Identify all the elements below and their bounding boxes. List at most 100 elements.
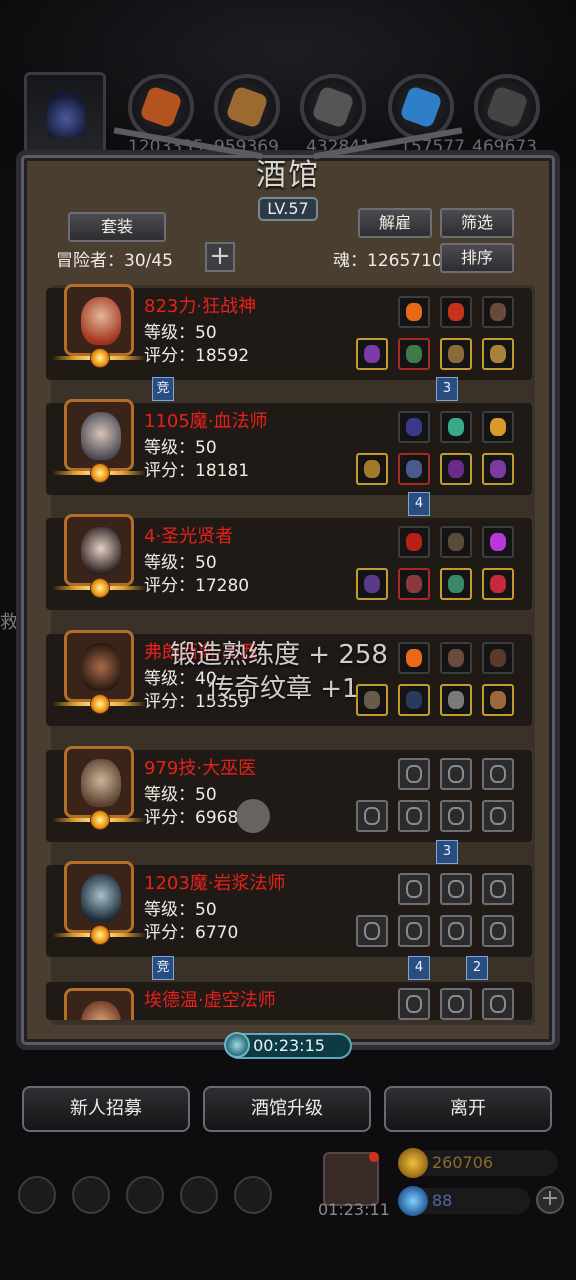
slot-count-tag: 3 — [436, 377, 458, 401]
equip-slot-scepter-icon[interactable] — [356, 453, 388, 485]
add-adventurer-button[interactable]: + — [205, 242, 235, 272]
tavern-title: 酒馆 — [256, 158, 320, 193]
empty-slot-ring-icon[interactable] — [440, 915, 472, 947]
equip-slot-fire-icon[interactable] — [398, 296, 430, 328]
equip-slot-belt-icon[interactable] — [440, 684, 472, 716]
equip-slot-cloak-icon[interactable] — [398, 684, 430, 716]
equip-slot-gem-icon[interactable] — [482, 526, 514, 558]
equip-slot-potion-icon[interactable] — [482, 568, 514, 600]
equip-slot-fire-icon[interactable] — [398, 642, 430, 674]
gift-box-icon[interactable] — [323, 1152, 379, 1206]
hero-score: 评分：18181 — [144, 461, 250, 481]
hero-row[interactable]: 1105魔·血法师 等级：50 评分：18181 — [46, 399, 532, 495]
equip-slot-ring-icon[interactable] — [440, 568, 472, 600]
leave-button[interactable]: 离开 — [384, 1086, 552, 1132]
empty-slot-armor-icon[interactable] — [398, 800, 430, 832]
empty-slot-armor-icon[interactable] — [398, 915, 430, 947]
dismiss-button[interactable]: 解雇 — [358, 208, 432, 238]
hero-score: 评分：6770 — [144, 923, 239, 943]
slot-count-tag: 3 — [436, 840, 458, 864]
slot-count-tag: 4 — [408, 492, 430, 516]
hero-level: 等级：50 — [144, 553, 217, 573]
empty-slot-ring-icon[interactable] — [482, 915, 514, 947]
recruit-button[interactable]: 新人招募 — [22, 1086, 190, 1132]
equip-slot-amulet-icon[interactable] — [440, 453, 472, 485]
hero-avatar[interactable] — [64, 284, 134, 356]
hero-name: 823力·狂战神 — [144, 296, 257, 317]
bag-icon[interactable] — [72, 1176, 110, 1214]
sort-button[interactable]: 排序 — [440, 243, 514, 273]
hero-row[interactable]: 823力·狂战神 等级：50 评分：18592 — [46, 284, 532, 380]
resource-orb-1[interactable] — [128, 74, 194, 140]
hero-avatar[interactable] — [64, 630, 134, 702]
equip-slot-feather-icon[interactable] — [482, 296, 514, 328]
equip-slot-armor-icon[interactable] — [398, 568, 430, 600]
equip-slot-robe-icon[interactable] — [398, 453, 430, 485]
rank-emblem — [52, 348, 146, 370]
hero-avatar[interactable] — [64, 399, 134, 471]
equip-slot-sword-icon[interactable] — [482, 338, 514, 370]
gem-value: 88 — [432, 1191, 453, 1210]
empty-slot-hourglass-icon[interactable] — [440, 758, 472, 790]
equip-slot-dagger-icon[interactable] — [356, 684, 388, 716]
empty-slot-hourglass-icon[interactable] — [482, 873, 514, 905]
slot-count-tag: 2 — [466, 956, 488, 980]
equip-slot-flower-icon[interactable] — [398, 526, 430, 558]
empty-slot-staff-icon[interactable] — [356, 800, 388, 832]
empty-slot-drop-icon[interactable] — [398, 873, 430, 905]
book-icon[interactable] — [126, 1176, 164, 1214]
hero-avatar[interactable] — [64, 988, 134, 1020]
hero-row[interactable]: 979技·大巫医 等级：50 评分：6968 — [46, 746, 532, 842]
hero-avatar[interactable] — [64, 746, 134, 818]
equip-slot-helm-icon[interactable] — [440, 338, 472, 370]
empty-slot-hourglass-icon[interactable] — [482, 758, 514, 790]
equip-slot-jade-icon[interactable] — [440, 411, 472, 443]
empty-slot-ring-icon[interactable] — [482, 800, 514, 832]
equip-slot-talisman-icon[interactable] — [440, 296, 472, 328]
empty-slot-hourglass-icon[interactable] — [440, 873, 472, 905]
hero-row[interactable]: 1203魔·岩浆法师 等级：50 评分：6770 — [46, 861, 532, 957]
resource-orb-stone[interactable] — [474, 74, 540, 140]
empty-slot-hourglass-icon[interactable] — [482, 988, 514, 1020]
filter-button[interactable]: 筛选 — [440, 208, 514, 238]
resource-orb-iron[interactable] — [300, 74, 366, 140]
compete-tag: 竞 — [152, 377, 174, 401]
equip-slot-axe-icon[interactable] — [356, 338, 388, 370]
equip-slot-feather-icon[interactable] — [482, 642, 514, 674]
empty-slot-staff-icon[interactable] — [356, 915, 388, 947]
hero-row[interactable]: 埃德温·虚空法师 — [46, 982, 532, 1020]
hero-row[interactable]: 4·圣光贤者 等级：50 评分：17280 — [46, 514, 532, 610]
rank-emblem — [52, 925, 146, 947]
equip-slot-armor-icon[interactable] — [398, 338, 430, 370]
hero-name: 979技·大巫医 — [144, 758, 257, 779]
settings-gear-icon[interactable] — [18, 1176, 56, 1214]
gem-icon — [398, 1186, 428, 1216]
player-portrait[interactable] — [24, 72, 106, 154]
clock-icon — [224, 1032, 250, 1058]
add-currency-button[interactable]: + — [536, 1186, 564, 1214]
empty-slot-drop-icon[interactable] — [398, 988, 430, 1020]
chat-icon[interactable] — [234, 1176, 272, 1214]
equip-slot-lantern-icon[interactable] — [482, 411, 514, 443]
equip-slot-staff-icon[interactable] — [356, 568, 388, 600]
gold-counter: 260706 — [398, 1148, 558, 1178]
equip-slot-helm-icon[interactable] — [482, 684, 514, 716]
gem-counter: 88 — [398, 1186, 530, 1216]
mail-icon[interactable] — [180, 1176, 218, 1214]
hero-score: 评分：17280 — [144, 576, 250, 596]
gift-timer: 01:23:11 — [318, 1200, 390, 1219]
equip-slot-feather-icon[interactable] — [440, 642, 472, 674]
equip-slot-book-icon[interactable] — [440, 526, 472, 558]
upgrade-tavern-button[interactable]: 酒馆升级 — [203, 1086, 371, 1132]
empty-slot-drop-icon[interactable] — [398, 758, 430, 790]
hero-avatar[interactable] — [64, 861, 134, 933]
hero-avatar[interactable] — [64, 514, 134, 586]
hero-score: 评分：6968 — [144, 808, 239, 828]
equip-slot-orb-icon[interactable] — [398, 411, 430, 443]
outfit-button[interactable]: 套装 — [68, 212, 166, 242]
resource-orb-wood[interactable] — [214, 74, 280, 140]
hero-level: 等级：50 — [144, 785, 217, 805]
empty-slot-ring-icon[interactable] — [440, 800, 472, 832]
equip-slot-ring-icon[interactable] — [482, 453, 514, 485]
empty-slot-hourglass-icon[interactable] — [440, 988, 472, 1020]
